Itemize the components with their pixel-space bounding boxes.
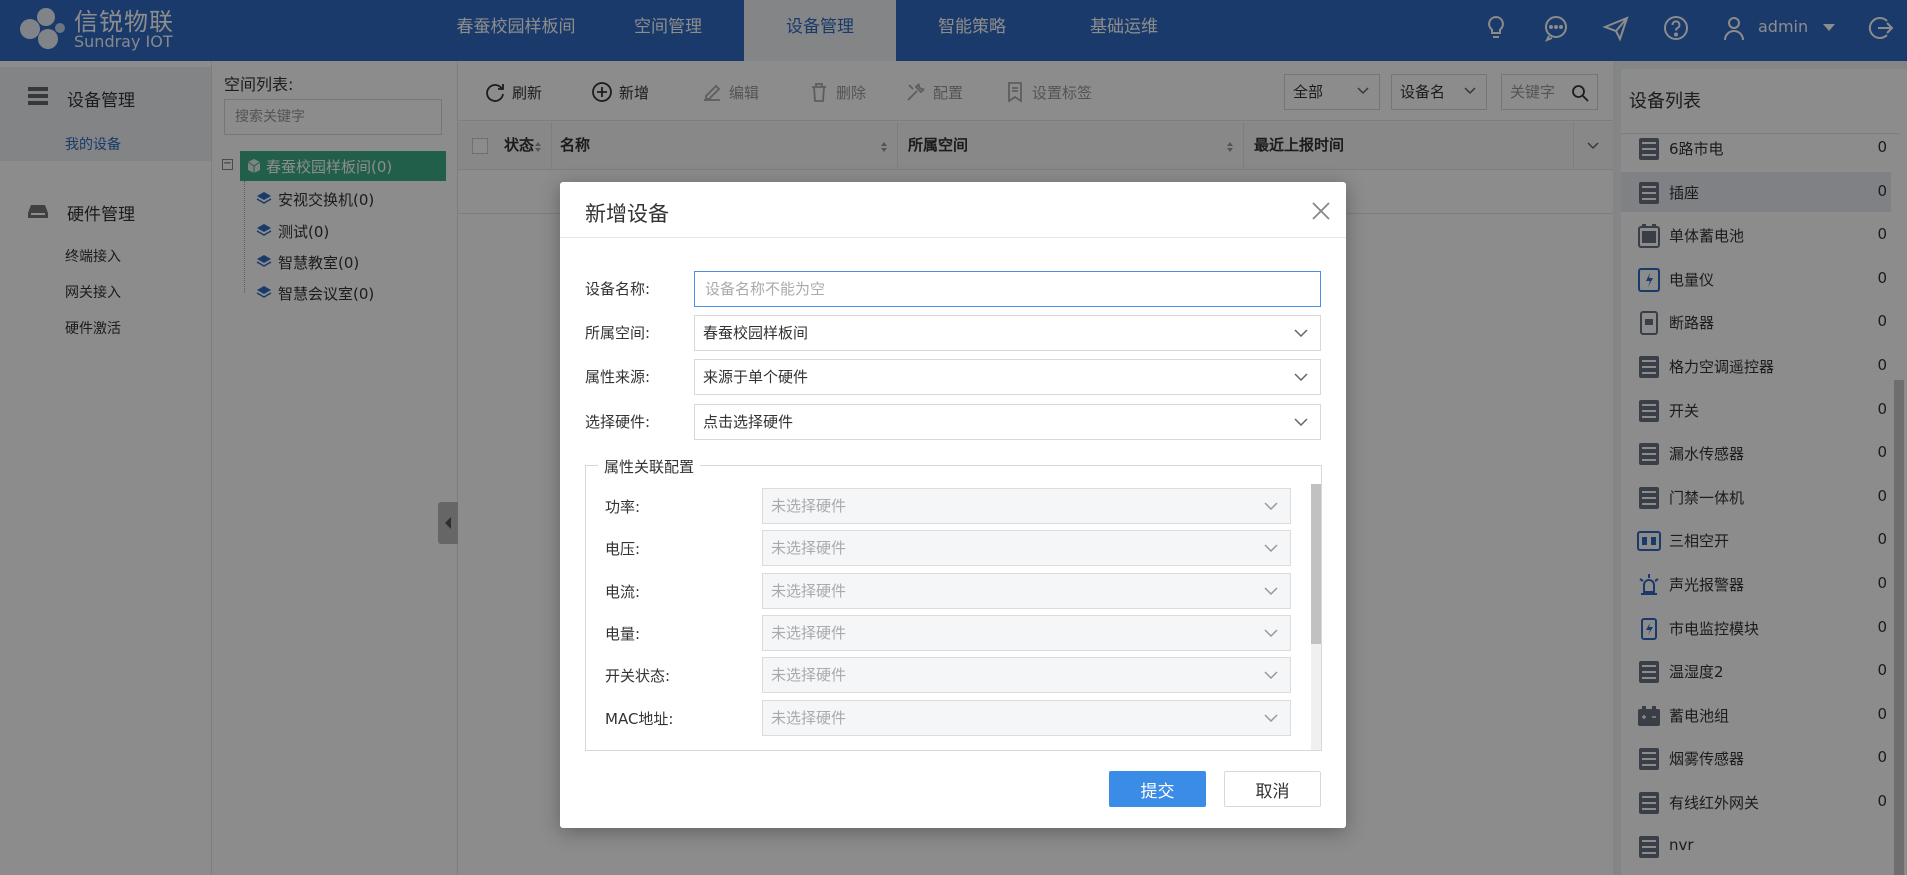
chevron-down-icon bbox=[1294, 329, 1308, 337]
dialog-divider bbox=[560, 237, 1346, 238]
space-value: 春蚕校园样板间 bbox=[703, 324, 809, 342]
device-name-input[interactable] bbox=[694, 271, 1321, 307]
chevron-down-icon bbox=[1294, 373, 1308, 381]
hardware-label: 选择硬件: bbox=[585, 413, 651, 431]
chevron-down-icon bbox=[1264, 502, 1278, 510]
attr-hardware-select[interactable]: 未选择硬件 bbox=[762, 488, 1291, 524]
dialog-title: 新增设备 bbox=[585, 202, 669, 226]
close-icon[interactable] bbox=[1308, 198, 1334, 224]
space-select[interactable]: 春蚕校园样板间 bbox=[694, 315, 1321, 351]
attr-select-value: 未选择硬件 bbox=[771, 666, 847, 685]
cancel-button[interactable]: 取消 bbox=[1224, 771, 1321, 807]
attr-hardware-select[interactable]: 未选择硬件 bbox=[762, 572, 1291, 609]
attr-select-value: 未选择硬件 bbox=[771, 708, 847, 727]
attr-hardware-select[interactable]: 未选择硬件 bbox=[762, 657, 1291, 694]
add-device-dialog: 新增设备 设备名称: 所属空间: 春蚕校园样板间 属性来源: 来源于单个硬件 选… bbox=[560, 182, 1346, 828]
attr-config-fieldset: 属性关联配置 功率: 未选择硬件 电压: 未选择硬件 电流: 未选择硬件 电量: 未选择硬件开… bbox=[585, 456, 1322, 751]
attr-hardware-select[interactable]: 未选择硬件 bbox=[762, 699, 1291, 736]
attr-config-legend: 属性关联配置 bbox=[598, 456, 701, 477]
attr-config-scroll-thumb[interactable] bbox=[1311, 484, 1321, 644]
space-label: 所属空间: bbox=[585, 324, 651, 342]
chevron-down-icon bbox=[1264, 544, 1278, 553]
attr-select-value: 未选择硬件 bbox=[771, 497, 847, 515]
device-name-label: 设备名称: bbox=[585, 280, 651, 298]
attr-label: 电流: bbox=[605, 582, 641, 601]
attr-select-value: 未选择硬件 bbox=[771, 539, 847, 558]
submit-button[interactable]: 提交 bbox=[1109, 771, 1206, 807]
hardware-select[interactable]: 点击选择硬件 bbox=[694, 404, 1321, 440]
attr-select-value: 未选择硬件 bbox=[771, 623, 847, 642]
hardware-value: 点击选择硬件 bbox=[703, 413, 794, 431]
chevron-down-icon bbox=[1264, 587, 1278, 595]
attr-select-value: 未选择硬件 bbox=[771, 581, 847, 600]
source-label: 属性来源: bbox=[585, 368, 651, 386]
source-value: 来源于单个硬件 bbox=[703, 368, 809, 386]
attr-label: 电压: bbox=[605, 540, 641, 559]
chevron-down-icon bbox=[1264, 713, 1278, 722]
attr-label: 功率: bbox=[605, 498, 641, 516]
chevron-down-icon bbox=[1264, 629, 1278, 637]
attr-label: 开关状态: bbox=[605, 667, 671, 686]
attr-hardware-select[interactable]: 未选择硬件 bbox=[762, 614, 1291, 651]
attr-config-scrollbar[interactable] bbox=[1311, 484, 1321, 750]
source-select[interactable]: 来源于单个硬件 bbox=[694, 359, 1321, 395]
chevron-down-icon bbox=[1264, 671, 1278, 680]
attr-label: 电量: bbox=[605, 624, 641, 643]
attr-label: MAC地址: bbox=[605, 709, 674, 728]
attr-hardware-select[interactable]: 未选择硬件 bbox=[762, 530, 1291, 567]
chevron-down-icon bbox=[1294, 418, 1308, 426]
